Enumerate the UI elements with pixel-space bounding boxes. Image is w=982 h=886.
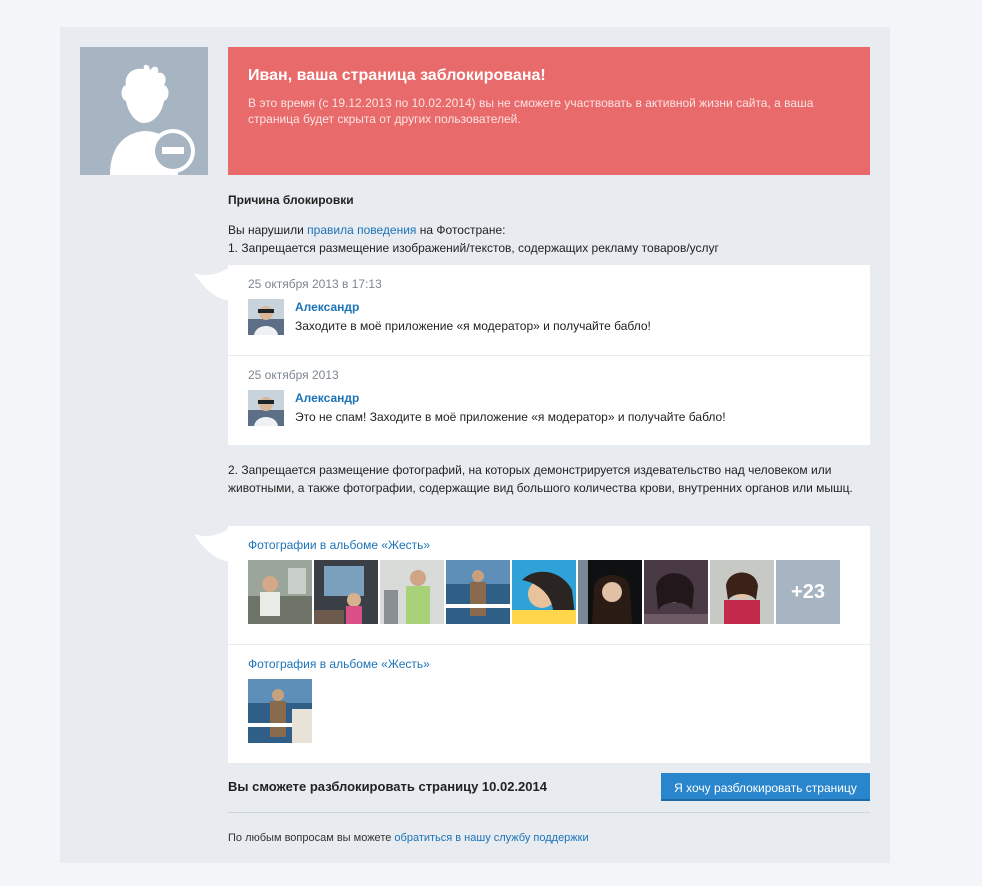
- album-link[interactable]: Фотографии в альбоме «Жесть»: [248, 538, 430, 552]
- album-photo[interactable]: [380, 560, 444, 624]
- rule-intro-prefix: Вы нарушили: [228, 223, 308, 237]
- album-photo[interactable]: [446, 560, 510, 624]
- message-text: Заходите в моё приложение «я модератор» …: [295, 319, 651, 333]
- user-silhouette-icon: [80, 47, 208, 175]
- message-divider: [228, 355, 870, 356]
- album-photo[interactable]: [578, 560, 642, 624]
- bubble-tail-icon: [194, 267, 230, 301]
- violation-messages-box: 25 октября 2013 в 17:13 Александр Заходи…: [228, 265, 870, 445]
- album-photo[interactable]: [248, 679, 312, 743]
- album-photo[interactable]: [512, 560, 576, 624]
- more-photos-button[interactable]: +23: [776, 560, 840, 624]
- support-prefix: По любым вопросам вы можете: [228, 832, 395, 844]
- message-author-avatar[interactable]: [248, 390, 284, 426]
- author-photo-icon: [248, 390, 284, 426]
- message-date: 25 октября 2013 в 17:13: [248, 277, 382, 291]
- unlock-date-text: Вы сможете разблокировать страницу 10.02…: [228, 779, 547, 794]
- album-photo[interactable]: [710, 560, 774, 624]
- violation-photos-box: Фотографии в альбоме «Жесть» +23 Фотогра…: [228, 526, 870, 763]
- bubble-tail-icon: [194, 528, 230, 562]
- reason-title: Причина блокировки: [228, 193, 354, 207]
- rule-intro: Вы нарушили правила поведения на Фотостр…: [228, 221, 505, 239]
- support-text: По любым вопросам вы можете обратиться в…: [228, 832, 589, 844]
- album-link[interactable]: Фотография в альбоме «Жесть»: [248, 657, 430, 671]
- message-item: 25 октября 2013 в 17:13 Александр Заходи…: [248, 277, 848, 355]
- page-panel: Иван, ваша страница заблокирована! В это…: [60, 27, 890, 863]
- support-link[interactable]: обратиться в нашу службу поддержки: [394, 832, 588, 844]
- album-photo[interactable]: [644, 560, 708, 624]
- message-author-avatar[interactable]: [248, 299, 284, 335]
- message-author[interactable]: Александр: [295, 391, 359, 405]
- rule-2-text: 2. Запрещается размещение фотографий, на…: [228, 463, 853, 495]
- rules-link[interactable]: правила поведения: [307, 223, 416, 237]
- message-author[interactable]: Александр: [295, 300, 359, 314]
- message-text: Это не спам! Заходите в моё приложение «…: [295, 410, 726, 424]
- alert-title: Иван, ваша страница заблокирована!: [248, 67, 546, 84]
- author-photo-icon: [248, 299, 284, 335]
- album-divider: [228, 644, 870, 645]
- rule-1-text: 1. Запрещается размещение изображений/те…: [228, 241, 719, 255]
- album-photo[interactable]: [248, 560, 312, 624]
- album-photo[interactable]: [314, 560, 378, 624]
- blocked-avatar: [80, 47, 208, 175]
- message-date: 25 октября 2013: [248, 368, 339, 382]
- unlock-page-button[interactable]: Я хочу разблокировать страницу: [661, 773, 870, 801]
- footer-divider: [228, 812, 870, 813]
- blocked-alert: Иван, ваша страница заблокирована! В это…: [228, 47, 870, 175]
- alert-text: В это время (с 19.12.2013 по 10.02.2014)…: [248, 96, 814, 126]
- rule-intro-suffix: на Фотостране:: [416, 223, 506, 237]
- message-item: 25 октября 2013 Александр Это не спам! З…: [248, 368, 848, 438]
